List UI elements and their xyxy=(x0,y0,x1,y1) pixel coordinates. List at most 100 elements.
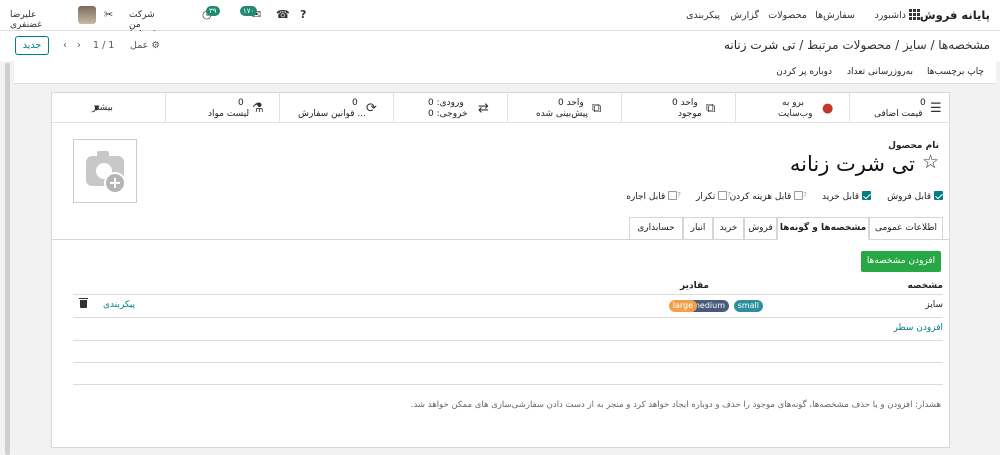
menu-dashboard[interactable]: داشبورد xyxy=(875,10,906,21)
can-be-expensed-label: قابل هزینه کردن xyxy=(729,192,792,202)
tab-accounting[interactable]: حسابداری xyxy=(629,217,683,240)
user-name[interactable]: علیرضا غضنفری xyxy=(10,10,42,30)
app-brand[interactable]: پایانه فروش xyxy=(920,8,990,22)
activity-badge: ۳۹ xyxy=(206,6,220,16)
menu-configuration[interactable]: پیکربندی xyxy=(686,10,720,21)
extra-price-count: 0 xyxy=(920,98,926,108)
action-label: عمل xyxy=(130,40,149,51)
breadcrumb-current: تی شرت زنانه xyxy=(723,38,796,52)
recurring-label: تکرار xyxy=(695,192,716,202)
can-be-rented-checkbox[interactable]: قابل اجاره? xyxy=(626,191,681,202)
add-icon: + xyxy=(104,172,126,194)
menu-orders[interactable]: سفارش‌ها xyxy=(815,10,855,21)
can-be-purchased-checkbox[interactable]: قابل خرید xyxy=(822,191,871,202)
website-label: وب‌سایت xyxy=(778,109,813,119)
extra-price-label: قیمت اضافی xyxy=(874,109,923,119)
divider xyxy=(73,294,943,295)
tab-general-info[interactable]: اطلاعات عمومی xyxy=(869,217,943,240)
incoming-count: ورودی: 0 xyxy=(428,98,464,108)
reorder-label: قوانین سفارش ... xyxy=(298,109,367,119)
scrollbar[interactable] xyxy=(5,63,10,455)
add-attributes-button[interactable]: افزودن مشخصه‌ها xyxy=(861,251,941,272)
reorder-count: 0 xyxy=(352,98,358,108)
row-attribute-name[interactable]: سایز xyxy=(925,300,943,310)
column-header-attribute: مشخصه xyxy=(907,281,943,291)
update-quantity-button[interactable]: به‌روزرسانی تعداد xyxy=(847,67,913,77)
bom-label: لیست مواد xyxy=(208,109,250,119)
divider xyxy=(73,317,943,318)
replenish-button[interactable]: دوباره پر کردن xyxy=(776,67,832,77)
tab-sales[interactable]: فروش xyxy=(744,217,777,240)
recurring-checkbox[interactable]: تکرار? xyxy=(696,191,731,202)
exchange-icon: ⇄ xyxy=(478,101,489,116)
can-be-sold-checkbox[interactable]: قابل فروش xyxy=(887,191,943,202)
divider xyxy=(73,384,943,385)
in-out-button[interactable]: ورودی: 0 خروجی: 0 ⇄ xyxy=(394,93,508,123)
breadcrumb-related-products[interactable]: محصولات مرتبط xyxy=(807,38,891,52)
bom-button[interactable]: 0 لیست مواد ⚗ xyxy=(166,93,280,123)
phone-icon[interactable]: ☎ xyxy=(276,8,290,21)
on-hand-label: موجود xyxy=(678,109,702,119)
breadcrumb-attributes[interactable]: مشخصه‌ها xyxy=(938,38,990,52)
go-to-website-button[interactable]: برو به وب‌سایت ● xyxy=(736,93,850,123)
avatar[interactable] xyxy=(78,6,96,24)
smart-buttons: بیشتر ▼ 0 لیست مواد ⚗ 0 قوانین سفارش ...… xyxy=(52,93,949,123)
action-buttons-bar: چاپ برچسب‌ها به‌روزرسانی تعداد دوباره پر… xyxy=(14,61,996,84)
divider xyxy=(73,362,943,363)
forecast-button[interactable]: 0 واحد پیش‌بینی شده ⧉ xyxy=(508,93,622,123)
tools-icon[interactable]: ✂ xyxy=(104,8,113,21)
outgoing-count: خروجی: 0 xyxy=(428,109,468,119)
tab-purchase[interactable]: خرید xyxy=(713,217,744,240)
value-tag-small[interactable]: small xyxy=(733,300,763,312)
breadcrumb: مشخصه‌ها / سایز / محصولات مرتبط / تی شرت… xyxy=(723,38,990,52)
on-hand-count: 0 واحد xyxy=(672,98,698,108)
can-be-rented-label: قابل اجاره xyxy=(626,192,666,202)
refresh-icon: ⟳ xyxy=(366,101,377,116)
can-be-purchased-label: قابل خرید xyxy=(822,192,859,202)
can-be-sold-label: قابل فروش xyxy=(887,192,931,202)
cubes-icon: ⧉ xyxy=(706,101,716,116)
divider xyxy=(73,340,943,341)
can-be-expensed-checkbox[interactable]: قابل هزینه کردن? xyxy=(730,191,807,202)
pager-next-icon[interactable]: › xyxy=(77,40,81,51)
column-header-values: مقادیر xyxy=(679,281,709,291)
new-button[interactable]: جدید xyxy=(15,36,49,55)
forecast-label: پیش‌بینی شده xyxy=(536,109,588,119)
bom-count: 0 xyxy=(238,98,244,108)
pager-prev-icon[interactable]: ‹ xyxy=(63,40,67,51)
help-icon[interactable]: ? xyxy=(300,8,306,21)
more-button[interactable]: بیشتر ▼ xyxy=(52,93,166,123)
cubes-icon: ⧉ xyxy=(592,101,602,116)
globe-icon: ● xyxy=(822,101,834,116)
reorder-rules-button[interactable]: 0 قوانین سفارش ... ⟳ xyxy=(280,93,394,123)
action-menu-button[interactable]: عمل ⚙ xyxy=(130,40,160,51)
add-line-link[interactable]: افزودن سطر xyxy=(894,323,943,333)
caret-down-icon: ▼ xyxy=(94,104,100,112)
control-panel: جدید ‹ › 1 / 1 عمل ⚙ مشخصه‌ها / سایز / م… xyxy=(0,31,1000,61)
menu-products[interactable]: محصولات xyxy=(768,10,807,21)
forecast-count: 0 واحد xyxy=(558,98,584,108)
warning-note: هشدار: افزودن و یا حذف مشخصه‌ها، گونه‌ها… xyxy=(410,400,941,410)
apps-menu-icon[interactable] xyxy=(909,9,920,20)
trash-icon[interactable] xyxy=(79,298,88,308)
value-tag-large[interactable]: large xyxy=(668,300,697,312)
configure-link[interactable]: پیکربندی xyxy=(103,300,135,310)
extra-price-button[interactable]: 0 قیمت اضافی ☰ xyxy=(850,93,949,123)
breadcrumb-size[interactable]: سایز xyxy=(903,38,927,52)
top-navbar: پایانه فروش داشبورد سفارش‌ها محصولات گزا… xyxy=(0,0,1000,40)
product-image-upload[interactable]: + xyxy=(73,139,137,203)
favorite-star-icon[interactable]: ☆ xyxy=(922,151,939,173)
message-badge: ۱۷۰ xyxy=(240,6,258,16)
form-sheet: بیشتر ▼ 0 لیست مواد ⚗ 0 قوانین سفارش ...… xyxy=(51,92,950,448)
tab-inventory[interactable]: انبار xyxy=(683,217,713,240)
gear-icon: ⚙ xyxy=(151,40,160,51)
list-icon: ☰ xyxy=(930,101,942,116)
product-name-field[interactable]: تی شرت زنانه xyxy=(790,152,915,176)
product-name-label: نام محصول xyxy=(888,141,939,151)
website-value: برو به xyxy=(782,98,805,108)
pager-value[interactable]: 1 / 1 xyxy=(93,40,114,51)
menu-reporting[interactable]: گزارش xyxy=(730,10,759,21)
tab-attributes-variants[interactable]: مشخصه‌ها و گونه‌ها xyxy=(777,217,869,240)
on-hand-button[interactable]: 0 واحد موجود ⧉ xyxy=(622,93,736,123)
print-labels-button[interactable]: چاپ برچسب‌ها xyxy=(927,67,984,77)
